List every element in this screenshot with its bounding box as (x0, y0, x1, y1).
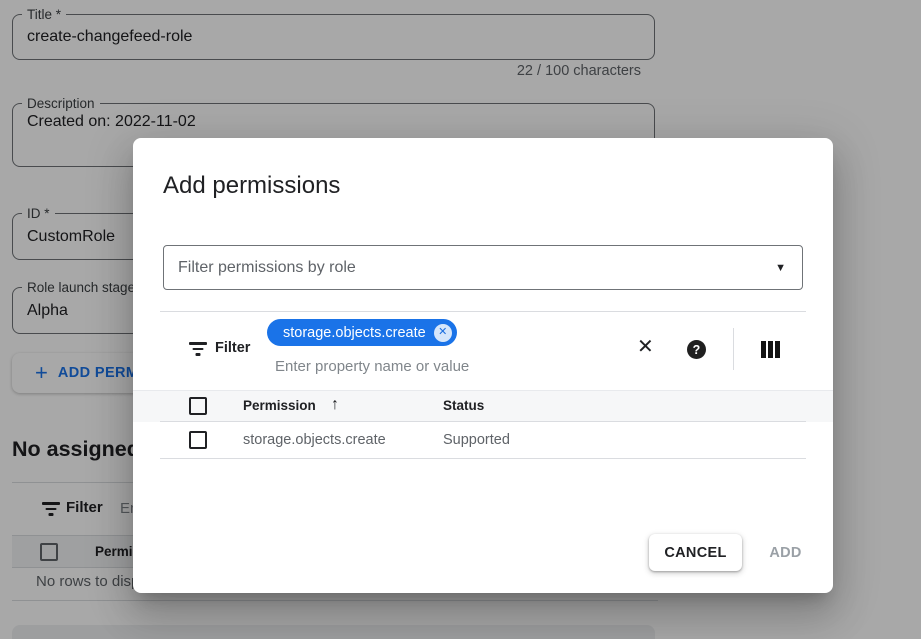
cancel-button[interactable]: CANCEL (649, 534, 742, 571)
row-status-cell: Supported (443, 432, 510, 448)
dialog-select-all-checkbox[interactable] (189, 397, 207, 415)
dialog-title: Add permissions (163, 172, 340, 200)
role-filter-dropdown[interactable]: Filter permissions by role ▼ (163, 245, 803, 290)
add-button[interactable]: ADD (758, 536, 813, 570)
table-row[interactable]: storage.objects.create Supported (133, 422, 833, 458)
dialog-permission-column-header[interactable]: Permission (243, 398, 316, 413)
row-bottom-divider (160, 458, 806, 459)
dialog-status-column-header[interactable]: Status (443, 398, 484, 413)
filter-chip-text: storage.objects.create (283, 325, 426, 341)
toolbar-top-divider (160, 311, 806, 312)
role-filter-placeholder: Filter permissions by role (178, 259, 356, 277)
sort-ascending-icon[interactable]: ↑ (331, 396, 339, 414)
add-permissions-dialog: Add permissions Filter permissions by ro… (133, 138, 833, 593)
chip-remove-icon[interactable]: ✕ (434, 324, 452, 342)
row-checkbox[interactable] (189, 431, 207, 449)
dialog-filter-input[interactable]: Enter property name or value (275, 358, 469, 375)
toolbar-divider (733, 328, 734, 370)
clear-filters-icon[interactable]: ✕ (637, 337, 654, 357)
screen: Title * create-changefeed-role 22 / 100 … (0, 0, 921, 639)
dialog-filter-label: Filter (215, 340, 250, 356)
row-permission-cell: storage.objects.create (243, 432, 386, 448)
help-icon[interactable]: ? (687, 340, 706, 359)
filter-chip[interactable]: storage.objects.create ✕ (267, 319, 457, 346)
dialog-filter-icon (189, 342, 207, 356)
column-display-icon[interactable] (761, 341, 780, 358)
chevron-down-icon: ▼ (775, 262, 786, 274)
